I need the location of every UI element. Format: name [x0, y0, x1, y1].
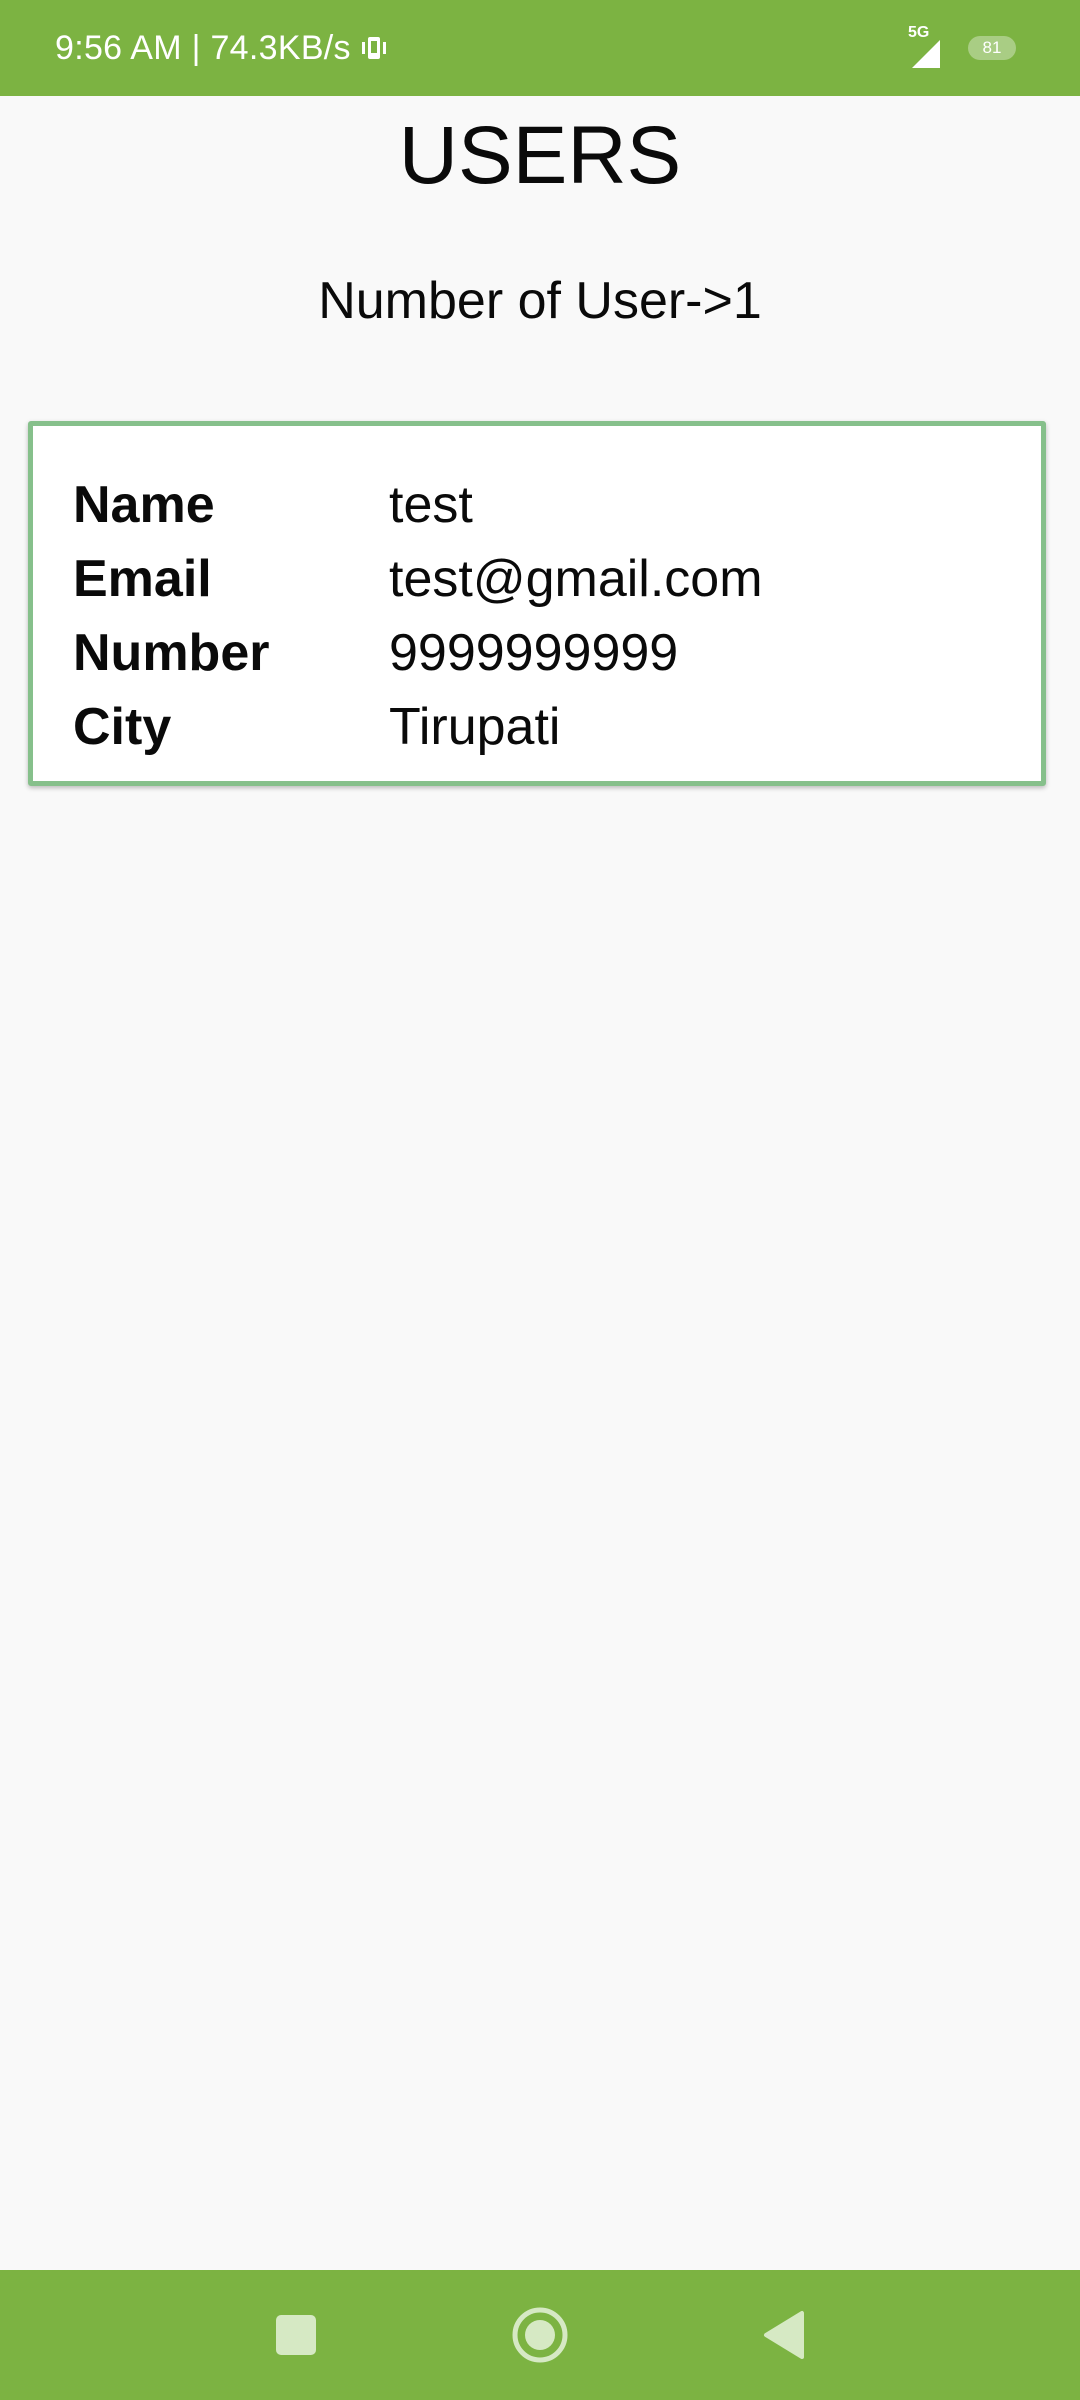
user-row-name: Name test — [73, 468, 473, 542]
email-label: Email — [73, 550, 212, 608]
user-row-number: Number 9999999999 — [73, 616, 678, 690]
home-button[interactable] — [480, 2270, 600, 2400]
user-row-city: City Tirupati — [73, 690, 560, 764]
home-icon — [512, 2307, 568, 2363]
status-time-speed: 9:56 AM | 74.3KB/s — [55, 28, 351, 67]
navigation-bar — [0, 2270, 1080, 2400]
status-left: 9:56 AM | 74.3KB/s — [55, 0, 389, 96]
name-label: Name — [73, 476, 215, 534]
cell-signal-icon — [912, 40, 940, 68]
number-label: Number — [73, 624, 270, 682]
city-value: Tirupati — [389, 698, 561, 756]
signal-indicator: 5G — [908, 24, 954, 68]
status-right: 5G 81 — [908, 0, 1016, 96]
status-bar: 9:56 AM | 74.3KB/s 5G 81 — [0, 0, 1080, 96]
name-value: test — [389, 476, 473, 534]
back-button[interactable] — [724, 2270, 844, 2400]
back-icon — [764, 2311, 804, 2359]
user-card: Name test Email test@gmail.com Number 99… — [28, 421, 1046, 786]
recent-apps-icon — [276, 2315, 316, 2355]
page-title: USERS — [398, 110, 682, 201]
recent-apps-button[interactable] — [236, 2270, 356, 2400]
user-count-text: Number of User->1 — [318, 272, 762, 330]
email-value: test@gmail.com — [389, 550, 763, 608]
number-value: 9999999999 — [389, 624, 679, 682]
vibrate-icon — [361, 37, 386, 59]
battery-icon: 81 — [968, 36, 1016, 60]
battery-level: 81 — [982, 38, 1002, 57]
user-row-email: Email test@gmail.com — [73, 542, 763, 616]
city-label: City — [73, 698, 172, 756]
